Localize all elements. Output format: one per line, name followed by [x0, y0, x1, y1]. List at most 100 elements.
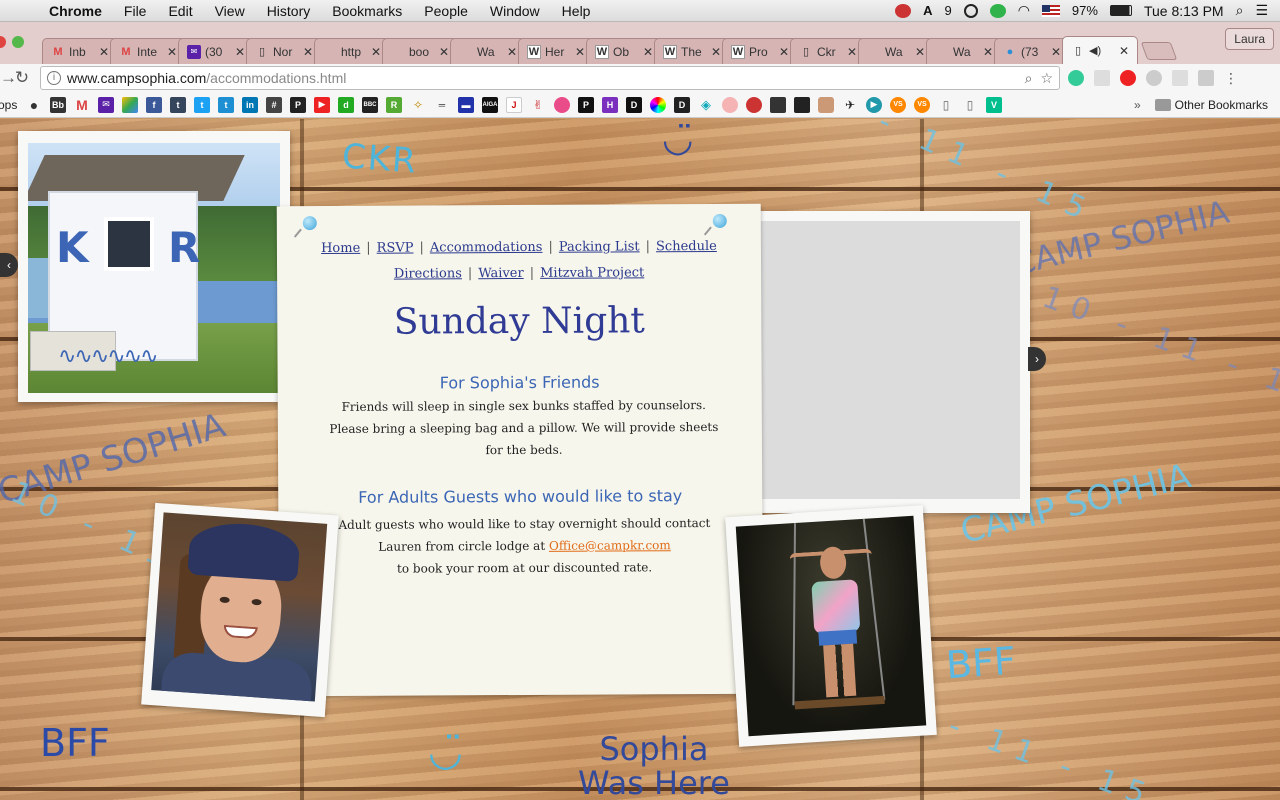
tab[interactable]: W Ob ✕: [586, 38, 662, 64]
extension-icon[interactable]: [1146, 70, 1162, 86]
menu-bookmarks[interactable]: Bookmarks: [321, 3, 413, 19]
bb-bookmark-icon[interactable]: Bb: [50, 96, 66, 113]
flower-bookmark-icon[interactable]: [746, 96, 762, 113]
close-tab-icon[interactable]: ✕: [983, 45, 993, 59]
sync-icon[interactable]: [963, 3, 978, 18]
notification-icon[interactable]: [895, 3, 912, 18]
dribbble-bookmark-icon[interactable]: [554, 96, 570, 113]
menu-view[interactable]: View: [204, 3, 256, 19]
toktog-extension-icon[interactable]: [1068, 70, 1084, 86]
tumblr-bookmark-icon[interactable]: t: [170, 96, 186, 113]
hashtag-bookmark-icon[interactable]: #: [266, 96, 282, 113]
j-bookmark-icon[interactable]: J: [506, 96, 522, 113]
profile-button[interactable]: Laura: [1225, 28, 1274, 50]
gmail-bookmark-icon[interactable]: M: [74, 97, 90, 113]
close-tab-icon[interactable]: ✕: [1119, 44, 1129, 58]
tab[interactable]: Wa ✕: [858, 38, 934, 64]
chrome-menu-icon[interactable]: ⋮: [1224, 70, 1238, 87]
play-bookmark-icon[interactable]: ▶: [866, 96, 882, 113]
close-window-button[interactable]: [0, 36, 6, 48]
clock[interactable]: Tue 8:13 PM: [1144, 3, 1224, 19]
line-app-icon[interactable]: [989, 3, 1006, 18]
close-tab-icon[interactable]: ✕: [643, 45, 653, 59]
slideshow-next-icon[interactable]: ›: [1028, 347, 1046, 371]
pig-bookmark-icon[interactable]: [722, 96, 738, 113]
youtube-bookmark-icon[interactable]: ▶: [314, 96, 330, 113]
page2-bookmark-icon[interactable]: ▯: [962, 97, 978, 113]
blue-bar-bookmark-icon[interactable]: ▬: [458, 96, 474, 113]
extension-icon[interactable]: [1094, 70, 1110, 86]
minimize-window-button[interactable]: [12, 36, 24, 48]
nav-home[interactable]: Home: [315, 241, 366, 256]
tab[interactable]: boo ✕: [382, 38, 458, 64]
google-drive-bookmark-icon[interactable]: [122, 96, 138, 113]
wifi-icon[interactable]: ◠: [1018, 2, 1030, 19]
menu-help[interactable]: Help: [551, 3, 602, 19]
close-tab-icon[interactable]: ✕: [847, 45, 857, 59]
close-tab-icon[interactable]: ✕: [779, 45, 789, 59]
h-bookmark-icon[interactable]: H: [602, 96, 618, 113]
tab[interactable]: W Her ✕: [518, 38, 594, 64]
spotlight-search-icon[interactable]: ⌕: [1236, 2, 1244, 19]
forward-icon[interactable]: →: [0, 68, 17, 88]
tab[interactable]: Wa ✕: [926, 38, 1002, 64]
tab[interactable]: W Pro ✕: [722, 38, 798, 64]
vs-alt-bookmark-icon[interactable]: VS: [914, 96, 930, 113]
nav-rsvp[interactable]: RSVP: [371, 241, 420, 256]
nav-accommodations[interactable]: Accommodations: [424, 240, 549, 256]
color-wheel-bookmark-icon[interactable]: [650, 96, 666, 113]
nav-directions[interactable]: Directions: [388, 266, 468, 281]
twitter-alt-bookmark-icon[interactable]: t: [218, 96, 234, 113]
menu-file[interactable]: File: [113, 3, 158, 19]
tab[interactable]: http ✕: [314, 38, 390, 64]
close-tab-icon[interactable]: ✕: [235, 45, 245, 59]
zoom-icon[interactable]: ⌕: [1025, 70, 1033, 87]
vs-bookmark-icon[interactable]: VS: [890, 96, 906, 113]
opera-icon[interactable]: [1120, 70, 1136, 86]
close-tab-icon[interactable]: ✕: [711, 45, 721, 59]
menu-window[interactable]: Window: [479, 3, 551, 19]
slideshow-prev-icon[interactable]: ‹: [0, 253, 18, 277]
tab[interactable]: ▯ Nor ✕: [246, 38, 322, 64]
close-tab-icon[interactable]: ✕: [167, 45, 177, 59]
r-bookmark-icon[interactable]: R: [386, 96, 402, 113]
d-bracket-bookmark-icon[interactable]: D: [626, 96, 642, 113]
close-tab-icon[interactable]: ✕: [507, 45, 517, 59]
dark-bookmark-icon[interactable]: [770, 96, 786, 113]
more-bookmarks-icon[interactable]: »: [1134, 98, 1141, 112]
yahoo-mail-bookmark-icon[interactable]: ✉: [98, 96, 114, 113]
close-tab-icon[interactable]: ✕: [99, 45, 109, 59]
person-bookmark-icon[interactable]: ✧: [410, 97, 426, 113]
reload-icon[interactable]: ↻: [10, 68, 34, 88]
page-bookmark-icon[interactable]: ▯: [938, 97, 954, 113]
nav-waiver[interactable]: Waiver: [472, 266, 529, 281]
battery-icon[interactable]: [1109, 5, 1132, 16]
menu-history[interactable]: History: [256, 3, 322, 19]
address-bar[interactable]: i www.campsophia.com /accommodations.htm…: [40, 66, 1060, 90]
hand-bookmark-icon[interactable]: ✌: [530, 97, 546, 113]
tab[interactable]: ● (73 ✕: [994, 38, 1070, 64]
facebook-bookmark-icon[interactable]: f: [146, 96, 162, 113]
close-tab-icon[interactable]: ✕: [1051, 45, 1061, 59]
close-tab-icon[interactable]: ✕: [371, 45, 381, 59]
nav-schedule[interactable]: Schedule: [650, 239, 723, 254]
tab[interactable]: W The ✕: [654, 38, 730, 64]
tab[interactable]: ✉ (30 ✕: [178, 38, 254, 64]
p-black-bookmark-icon[interactable]: P: [578, 96, 594, 113]
tab[interactable]: M Inte ✕: [110, 38, 186, 64]
close-tab-icon[interactable]: ✕: [303, 45, 313, 59]
office-email-link[interactable]: Office@campkr.com: [549, 538, 671, 553]
tab[interactable]: M Inb ✕: [42, 38, 118, 64]
face-bookmark-icon[interactable]: [818, 96, 834, 113]
apple-bookmark-icon[interactable]: ●: [26, 97, 42, 113]
other-bookmarks[interactable]: » Other Bookmarks: [1134, 98, 1280, 112]
twitter-bookmark-icon[interactable]: t: [194, 96, 210, 113]
menu-app-name[interactable]: Chrome: [38, 3, 113, 19]
diamond-bookmark-icon[interactable]: ◈: [698, 97, 714, 113]
close-tab-icon[interactable]: ✕: [439, 45, 449, 59]
nav-mitzvah-project[interactable]: Mitzvah Project: [534, 265, 650, 281]
bird-bookmark-icon[interactable]: ✈: [842, 97, 858, 113]
apps-bookmark[interactable]: ops: [0, 98, 24, 112]
d-bookmark-icon[interactable]: D: [674, 96, 690, 113]
linkedin-bookmark-icon[interactable]: in: [242, 96, 258, 113]
